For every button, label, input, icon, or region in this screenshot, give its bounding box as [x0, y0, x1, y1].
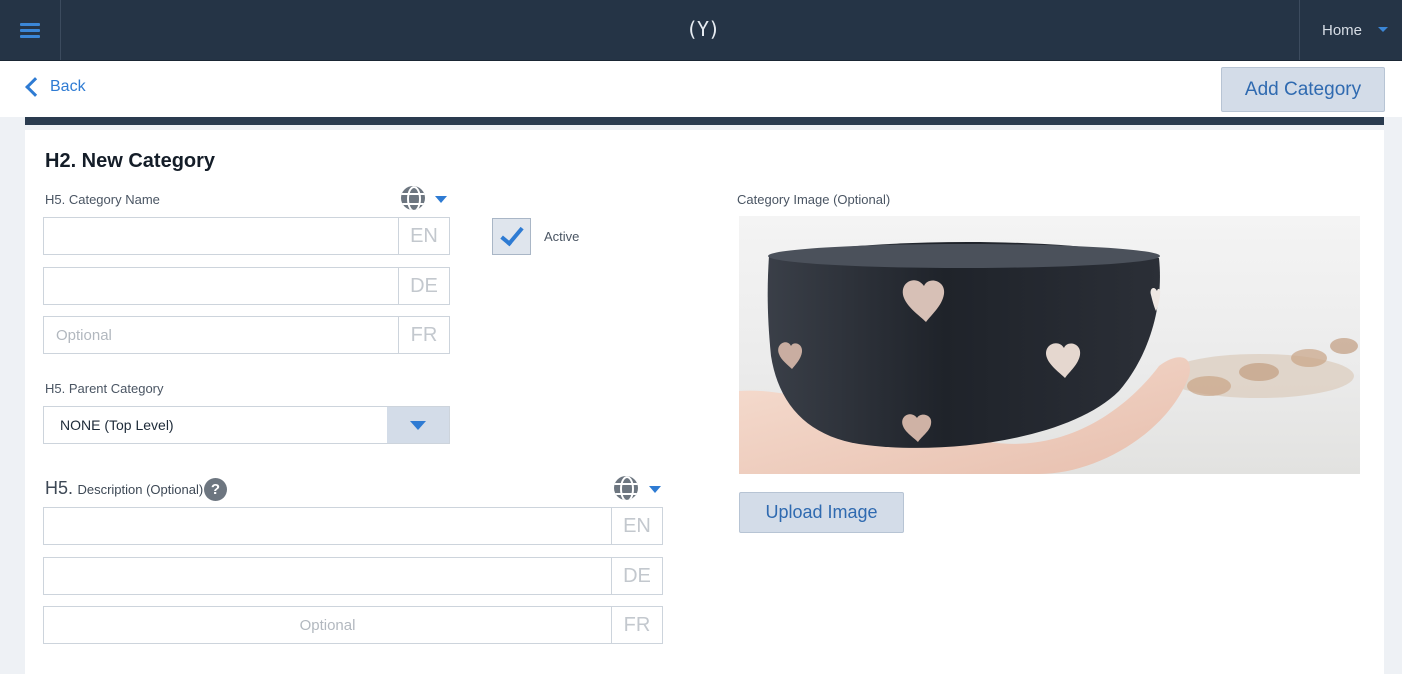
description-fr-field: FR: [43, 606, 663, 644]
chevron-down-icon: [410, 420, 426, 430]
lang-tag-en: EN: [611, 508, 662, 544]
header-divider: [25, 117, 1384, 125]
active-label: Active: [544, 229, 580, 244]
category-name-fr-field: FR: [43, 316, 450, 354]
description-de-input[interactable]: [44, 558, 611, 594]
checkmark-icon: [499, 221, 524, 246]
category-name-label: H5. Category Name: [45, 192, 160, 207]
active-checkbox[interactable]: [492, 218, 531, 255]
lang-tag-en: EN: [398, 218, 449, 254]
category-name-en-field: EN: [43, 217, 450, 255]
lang-tag-fr: FR: [611, 607, 662, 643]
chevron-left-icon: [25, 77, 45, 97]
language-caret-icon[interactable]: [435, 196, 447, 203]
chevron-down-icon: [1378, 27, 1388, 32]
description-fr-input[interactable]: [44, 607, 611, 643]
hamburger-icon: [20, 22, 40, 38]
back-button[interactable]: Back: [22, 77, 86, 97]
lang-tag-fr: FR: [398, 317, 449, 353]
logo-icon: (Y): [686, 17, 720, 41]
parent-category-select[interactable]: NONE (Top Level): [43, 406, 450, 444]
home-dropdown-label: Home: [1322, 21, 1363, 39]
globe-icon[interactable]: [614, 476, 638, 500]
lang-tag-de: DE: [611, 558, 662, 594]
top-nav-bar: (Y) Home: [0, 0, 1402, 61]
category-name-de-field: DE: [43, 267, 450, 305]
menu-button[interactable]: [0, 0, 61, 60]
back-label: Back: [50, 78, 86, 95]
parent-category-value: NONE (Top Level): [60, 417, 174, 433]
add-category-button[interactable]: Add Category: [1221, 67, 1385, 112]
category-name-de-input[interactable]: [44, 268, 398, 304]
action-bar: Back Add Category: [0, 61, 1402, 117]
description-label-text: Description (Optional): [77, 482, 204, 497]
parent-category-dropdown-button[interactable]: [387, 407, 449, 443]
category-image-label: Category Image (Optional): [737, 192, 891, 207]
description-label: H5. Description (Optional): [45, 478, 203, 499]
description-label-prefix: H5.: [45, 478, 74, 498]
description-en-field: EN: [43, 507, 663, 545]
lang-tag-de: DE: [398, 268, 449, 304]
language-caret-icon[interactable]: [649, 486, 661, 493]
upload-image-button[interactable]: Upload Image: [739, 492, 904, 533]
description-en-input[interactable]: [44, 508, 611, 544]
parent-category-label: H5. Parent Category: [45, 381, 164, 396]
globe-icon[interactable]: [401, 186, 425, 210]
category-name-fr-input[interactable]: [44, 317, 398, 353]
home-dropdown[interactable]: Home: [1299, 0, 1402, 60]
help-icon[interactable]: ?: [204, 478, 227, 501]
category-name-en-input[interactable]: [44, 218, 398, 254]
description-de-field: DE: [43, 557, 663, 595]
category-image: [739, 216, 1360, 474]
page-title: H2. New Category: [45, 150, 216, 172]
